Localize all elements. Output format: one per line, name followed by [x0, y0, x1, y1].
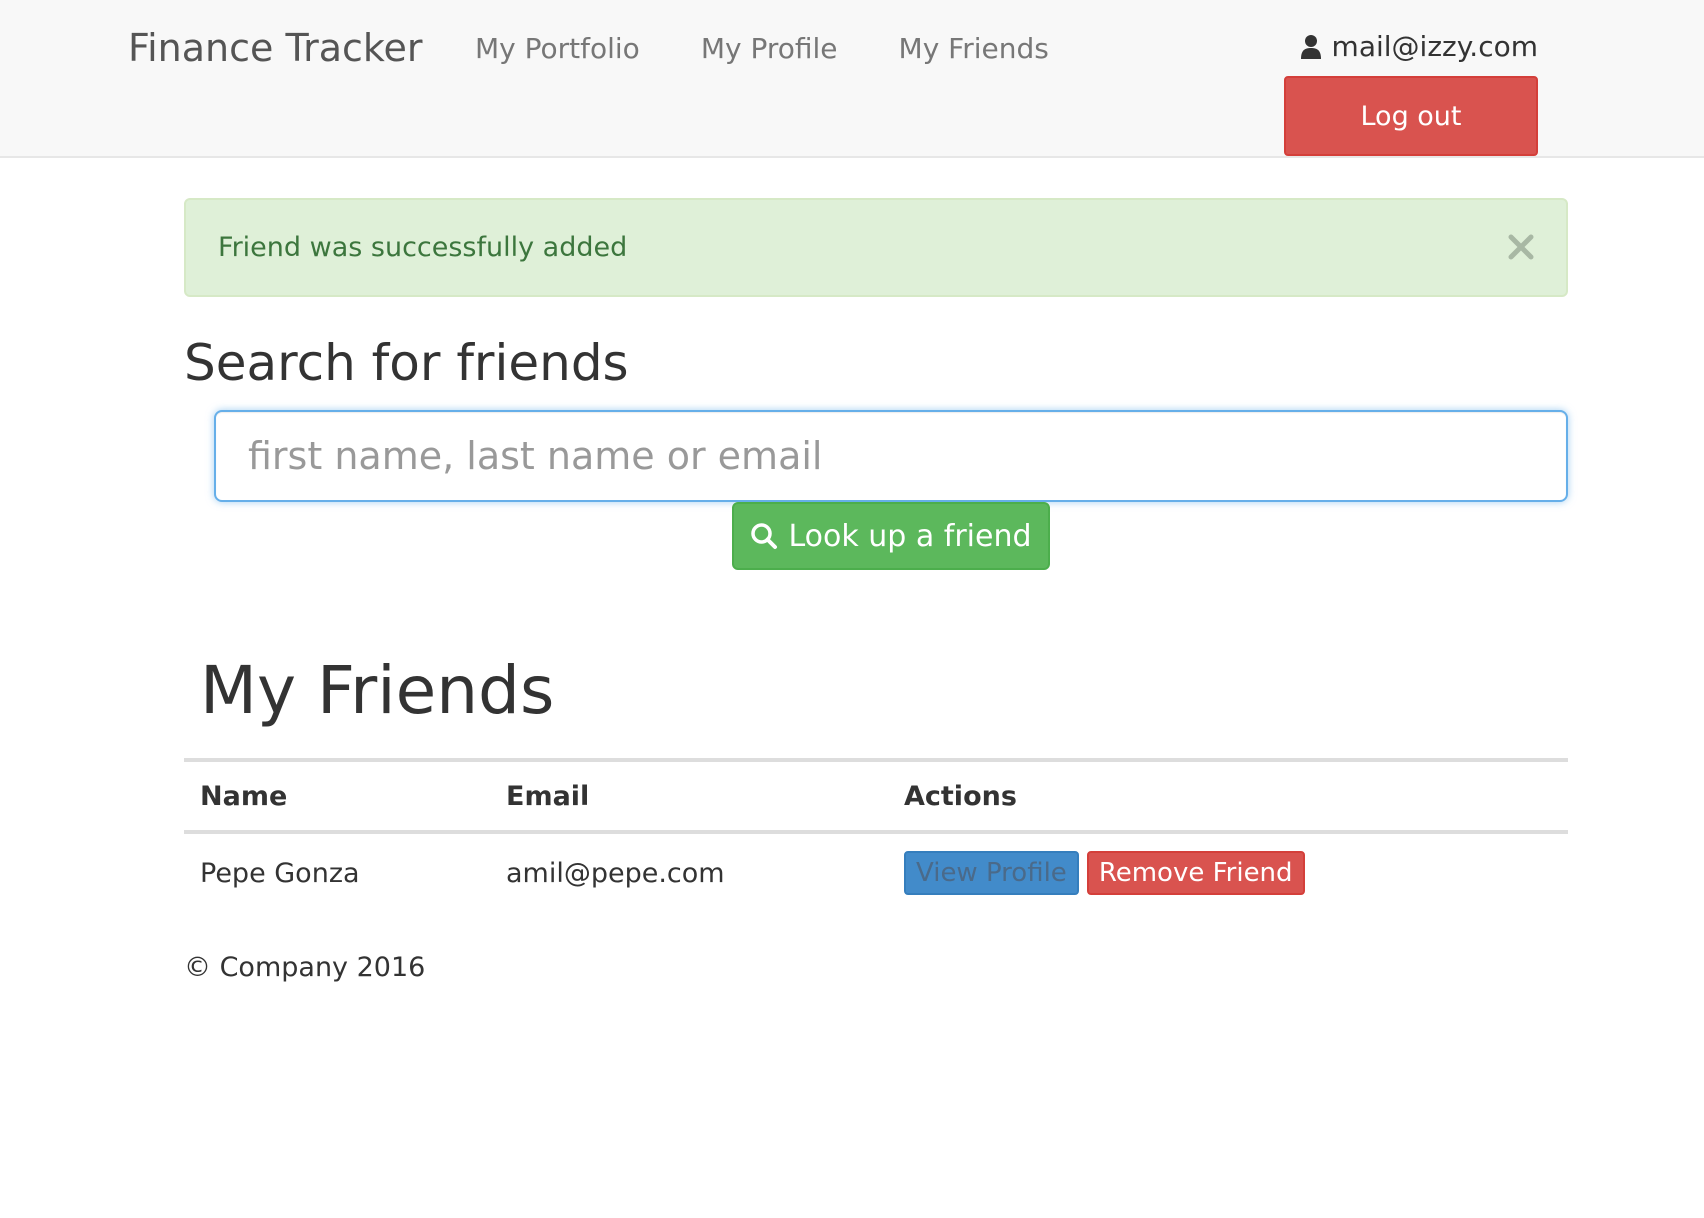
user-icon — [1300, 34, 1322, 60]
footer-copyright: © Company 2016 — [184, 952, 426, 983]
table-row: Pepe Gonza amil@pepe.com View Profile Rem… — [184, 832, 1568, 912]
nav-link-my-portfolio[interactable]: My Portfolio — [475, 32, 640, 65]
navbar: Finance Tracker My Portfolio My Profile … — [0, 0, 1704, 158]
friend-actions: View Profile Remove Friend — [888, 832, 1568, 912]
friend-email: amil@pepe.com — [506, 857, 725, 889]
nav-link-my-profile[interactable]: My Profile — [701, 32, 838, 65]
table-header-row: Name Email Actions — [184, 758, 1568, 834]
nav-links: My Portfolio My Profile My Friends — [475, 32, 1110, 65]
user-email: mail@izzy.com — [1331, 30, 1538, 63]
close-icon[interactable] — [1504, 230, 1538, 264]
remove-friend-button[interactable]: Remove Friend — [1086, 851, 1305, 895]
search-icon — [750, 522, 778, 550]
search-title: Search for friends — [184, 334, 629, 392]
alert-message: Friend was successfully added — [218, 232, 628, 263]
lookup-friend-button[interactable]: Look up a friend — [732, 502, 1050, 570]
column-header-email: Email — [490, 758, 888, 834]
friends-table: Name Email Actions Pepe Gonza amil@pepe.… — [184, 758, 1568, 912]
column-header-name: Name — [184, 758, 490, 834]
friend-name: Pepe Gonza — [200, 857, 360, 889]
logout-button[interactable]: Log out — [1284, 76, 1538, 156]
lookup-button-label: Look up a friend — [788, 518, 1032, 554]
search-input[interactable] — [214, 410, 1568, 502]
brand-link[interactable]: Finance Tracker — [128, 26, 423, 70]
friends-title: My Friends — [200, 652, 555, 729]
view-profile-button[interactable]: View Profile — [904, 851, 1079, 895]
user-menu[interactable]: mail@izzy.com — [1300, 30, 1538, 63]
success-alert: Friend was successfully added — [184, 198, 1568, 297]
nav-link-my-friends[interactable]: My Friends — [899, 32, 1049, 65]
column-header-actions: Actions — [888, 758, 1568, 834]
